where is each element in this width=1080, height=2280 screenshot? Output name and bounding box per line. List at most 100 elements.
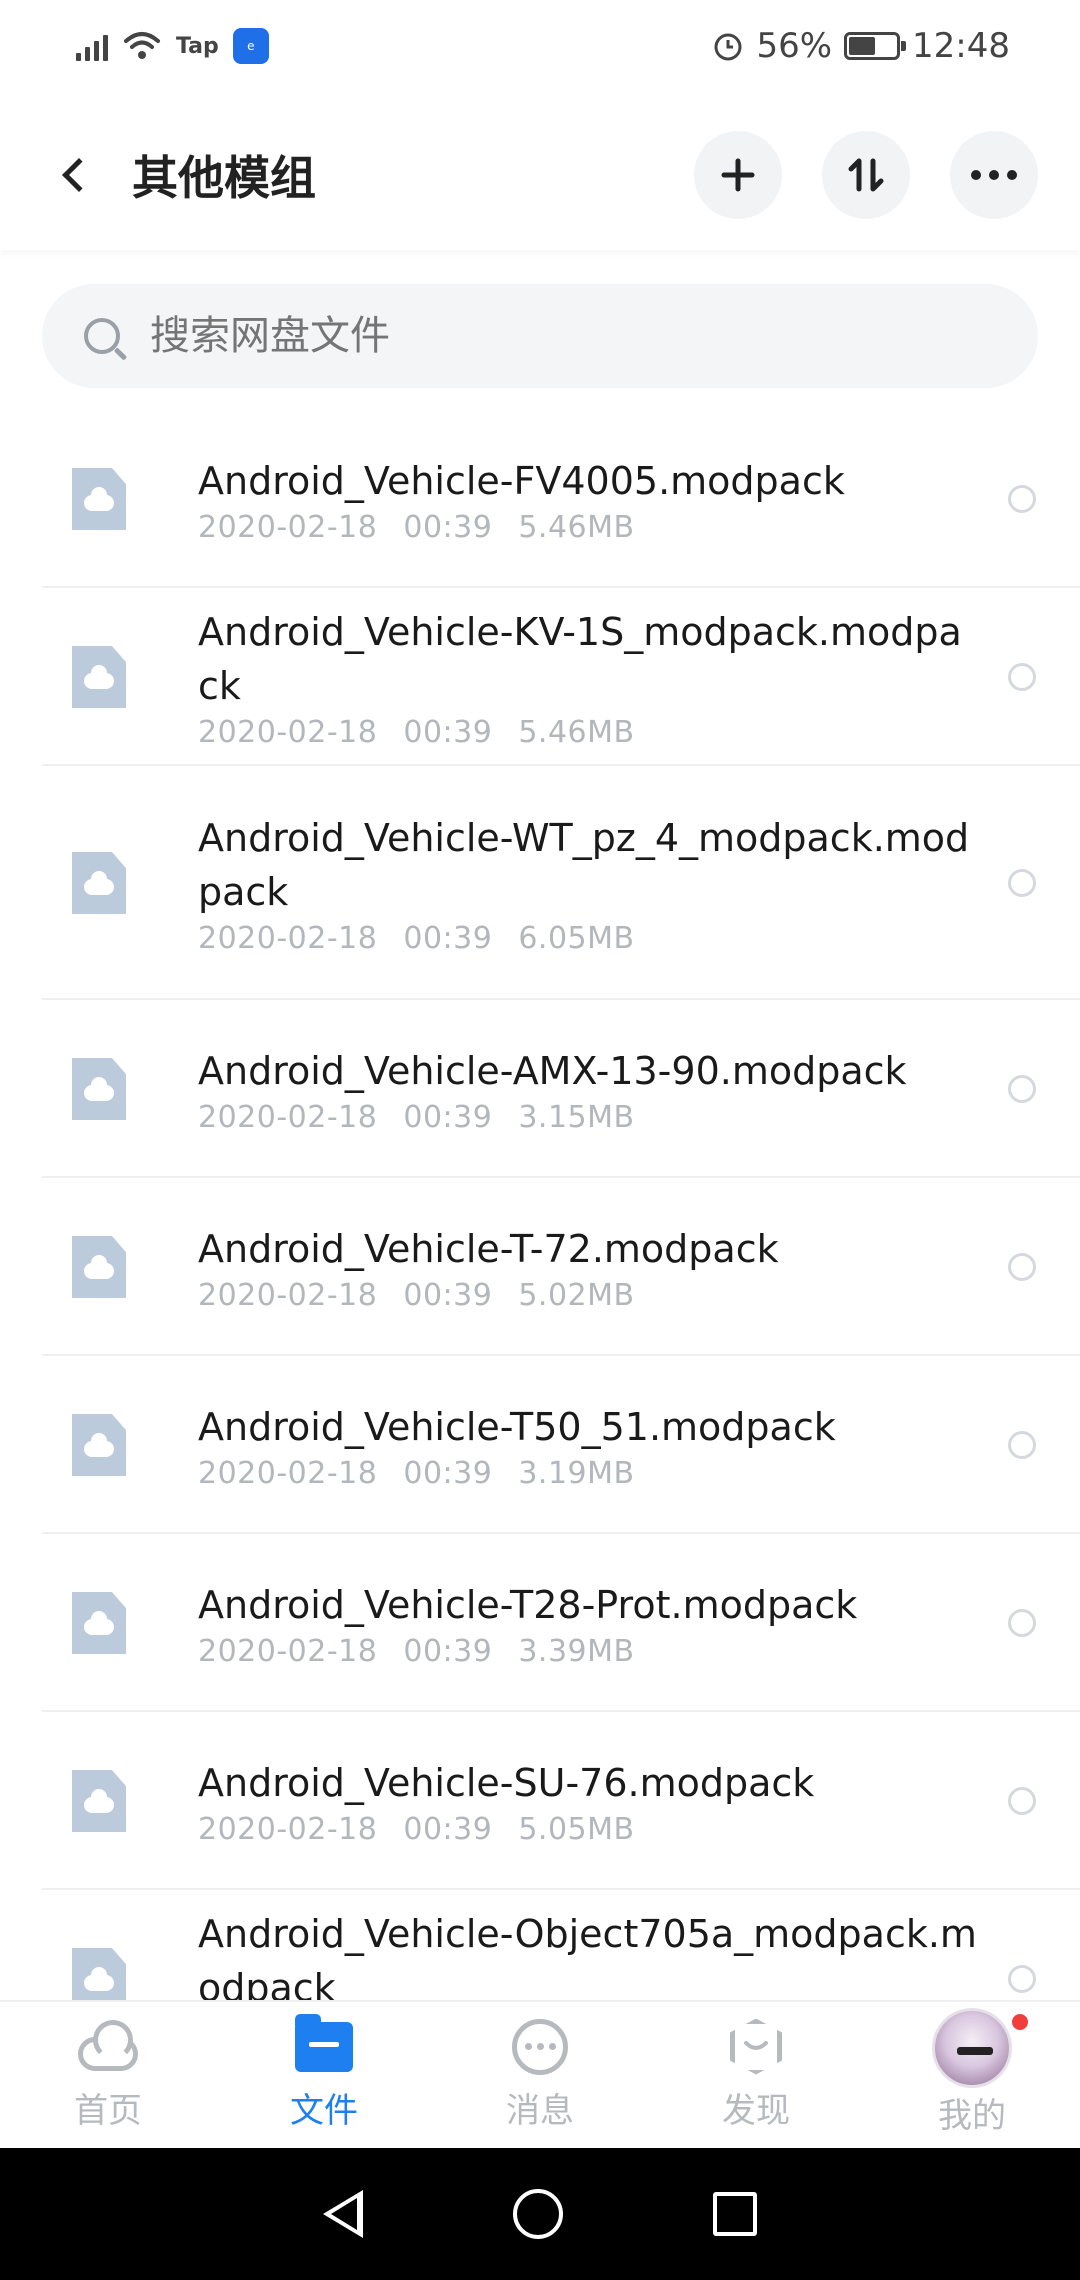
bottom-nav: 首页 文件 消息 发现 我的 [0, 2000, 1080, 2148]
nav-me[interactable]: 我的 [864, 2002, 1080, 2148]
system-back-icon[interactable] [323, 2190, 363, 2238]
file-row[interactable]: Android_Vehicle-FV4005.modpack 2020-02-18… [0, 410, 1080, 588]
file-date: 2020-02-18 [198, 714, 378, 750]
carrier-label: Tap [176, 33, 219, 59]
search-bar[interactable] [42, 284, 1038, 388]
nav-messages-label: 消息 [506, 2090, 574, 2131]
file-row[interactable]: Android_Vehicle-T28-Prot.modpack 2020-02-… [0, 1534, 1080, 1712]
file-name: Android_Vehicle-FV4005.modpack [198, 458, 845, 503]
file-size: 5.02MB [518, 1277, 635, 1313]
file-meta: 2020-02-18 00:39 5.46MB [198, 510, 978, 545]
file-time: 00:39 [403, 1633, 493, 1669]
select-radio[interactable] [1008, 1787, 1036, 1815]
nav-home[interactable]: 首页 [0, 2002, 216, 2148]
file-info: Android_Vehicle-T50_51.modpack 2020-02-18… [198, 1400, 978, 1491]
file-time: 00:39 [403, 1099, 493, 1135]
battery-percent: 56% [756, 26, 833, 66]
select-radio[interactable] [1008, 1609, 1036, 1637]
file-row[interactable]: Android_Vehicle-AMX-13-90.modpack 2020-02… [0, 1000, 1080, 1178]
file-meta: 2020-02-18 00:39 3.39MB [198, 1634, 978, 1669]
file-size: 3.19MB [518, 1455, 635, 1491]
file-time: 00:39 [403, 1277, 493, 1313]
signal-icon [76, 31, 108, 61]
file-row[interactable]: Android_Vehicle-T-72.modpack 2020-02-18 00… [0, 1178, 1080, 1356]
clock: 12:48 [912, 26, 1010, 66]
page-title: 其他模组 [132, 151, 316, 205]
file-row[interactable]: Android_Vehicle-WT_pz_4_modpack.modpack 2… [0, 766, 1080, 1000]
search-input[interactable] [150, 313, 950, 359]
select-radio[interactable] [1008, 1253, 1036, 1281]
cloud-file-icon [72, 646, 126, 708]
add-button[interactable] [694, 131, 782, 219]
sort-icon [848, 158, 884, 192]
select-radio[interactable] [1008, 869, 1036, 897]
cloud-file-icon [72, 852, 126, 914]
file-row[interactable]: Android_Vehicle-SU-76.modpack 2020-02-18 0… [0, 1712, 1080, 1890]
back-icon [62, 158, 96, 192]
file-time: 00:39 [403, 1811, 493, 1847]
system-recents-icon[interactable] [713, 2192, 757, 2236]
back-button[interactable] [44, 135, 104, 215]
select-radio[interactable] [1008, 663, 1036, 691]
file-row[interactable]: Android_Vehicle-KV-1S_modpack.modpack 202… [0, 588, 1080, 766]
select-radio[interactable] [1008, 1965, 1036, 1993]
notification-dot [1012, 2014, 1028, 2030]
sort-button[interactable] [822, 131, 910, 219]
cloud-file-icon [72, 1236, 126, 1298]
file-meta: 2020-02-18 00:39 5.02MB [198, 1278, 978, 1313]
cloud-file-icon [72, 1592, 126, 1654]
file-name: Android_Vehicle-SU-76.modpack [198, 1760, 815, 1805]
nav-discover[interactable]: 发现 [648, 2002, 864, 2148]
file-time: 00:39 [403, 509, 493, 545]
discover-icon [730, 2018, 782, 2075]
cloud-file-icon [72, 1058, 126, 1120]
file-size: 5.46MB [518, 509, 635, 545]
message-icon [512, 2018, 568, 2075]
nav-me-label: 我的 [938, 2095, 1006, 2136]
nav-files[interactable]: 文件 [216, 2002, 432, 2148]
status-bar: Tap e 56% 12:48 [0, 0, 1080, 92]
app-badge-icon: e [232, 28, 269, 64]
file-size: 5.05MB [518, 1811, 635, 1847]
file-info: Android_Vehicle-T-72.modpack 2020-02-18 00… [198, 1222, 978, 1313]
file-date: 2020-02-18 [198, 509, 378, 545]
cloud-file-icon [72, 1948, 126, 2000]
file-meta: 2020-02-18 00:39 5.05MB [198, 1812, 978, 1847]
file-name: Android_Vehicle-Object705a_modpack.modpa… [198, 1911, 977, 2001]
system-home-icon[interactable] [513, 2189, 563, 2239]
cloud-icon [78, 2019, 138, 2071]
file-info: Android_Vehicle-AMX-13-90.modpack 2020-02… [198, 1044, 978, 1135]
select-radio[interactable] [1008, 485, 1036, 513]
file-meta: 2020-02-18 00:39 3.19MB [198, 1456, 978, 1491]
nav-messages[interactable]: 消息 [432, 2002, 648, 2148]
nav-files-label: 文件 [290, 2090, 358, 2131]
file-time: 00:39 [403, 714, 493, 750]
nav-discover-label: 发现 [722, 2090, 790, 2131]
file-name: Android_Vehicle-AMX-13-90.modpack [198, 1048, 907, 1093]
file-date: 2020-02-18 [198, 920, 378, 956]
file-date: 2020-02-18 [198, 1811, 378, 1847]
battery-icon [844, 32, 907, 60]
file-name: Android_Vehicle-T-72.modpack [198, 1226, 779, 1271]
status-right: 56% 12:48 [712, 26, 1010, 66]
folder-icon [295, 2013, 353, 2072]
more-button[interactable] [950, 131, 1038, 219]
cloud-file-icon [72, 1770, 126, 1832]
file-date: 2020-02-18 [198, 1277, 378, 1313]
alarm-icon [714, 33, 742, 61]
file-info: Android_Vehicle-SU-76.modpack 2020-02-18 0… [198, 1756, 978, 1847]
wifi-icon [124, 32, 160, 59]
file-date: 2020-02-18 [198, 1633, 378, 1669]
file-row[interactable]: Android_Vehicle-Object705a_modpack.modpa… [0, 1890, 1080, 2000]
file-date: 2020-02-18 [198, 1455, 378, 1491]
more-icon [971, 170, 1017, 180]
battery-fill [849, 37, 876, 55]
select-radio[interactable] [1008, 1075, 1036, 1103]
select-radio[interactable] [1008, 1431, 1036, 1459]
file-meta: 2020-02-18 00:39 6.05MB [198, 921, 978, 956]
file-row[interactable]: Android_Vehicle-T50_51.modpack 2020-02-18… [0, 1356, 1080, 1534]
file-list: Android_Vehicle-FV4005.modpack 2020-02-18… [0, 410, 1080, 2000]
file-meta: 2020-02-18 00:39 5.46MB [198, 715, 978, 750]
status-left: Tap e [76, 28, 269, 64]
plus-icon [721, 158, 755, 192]
